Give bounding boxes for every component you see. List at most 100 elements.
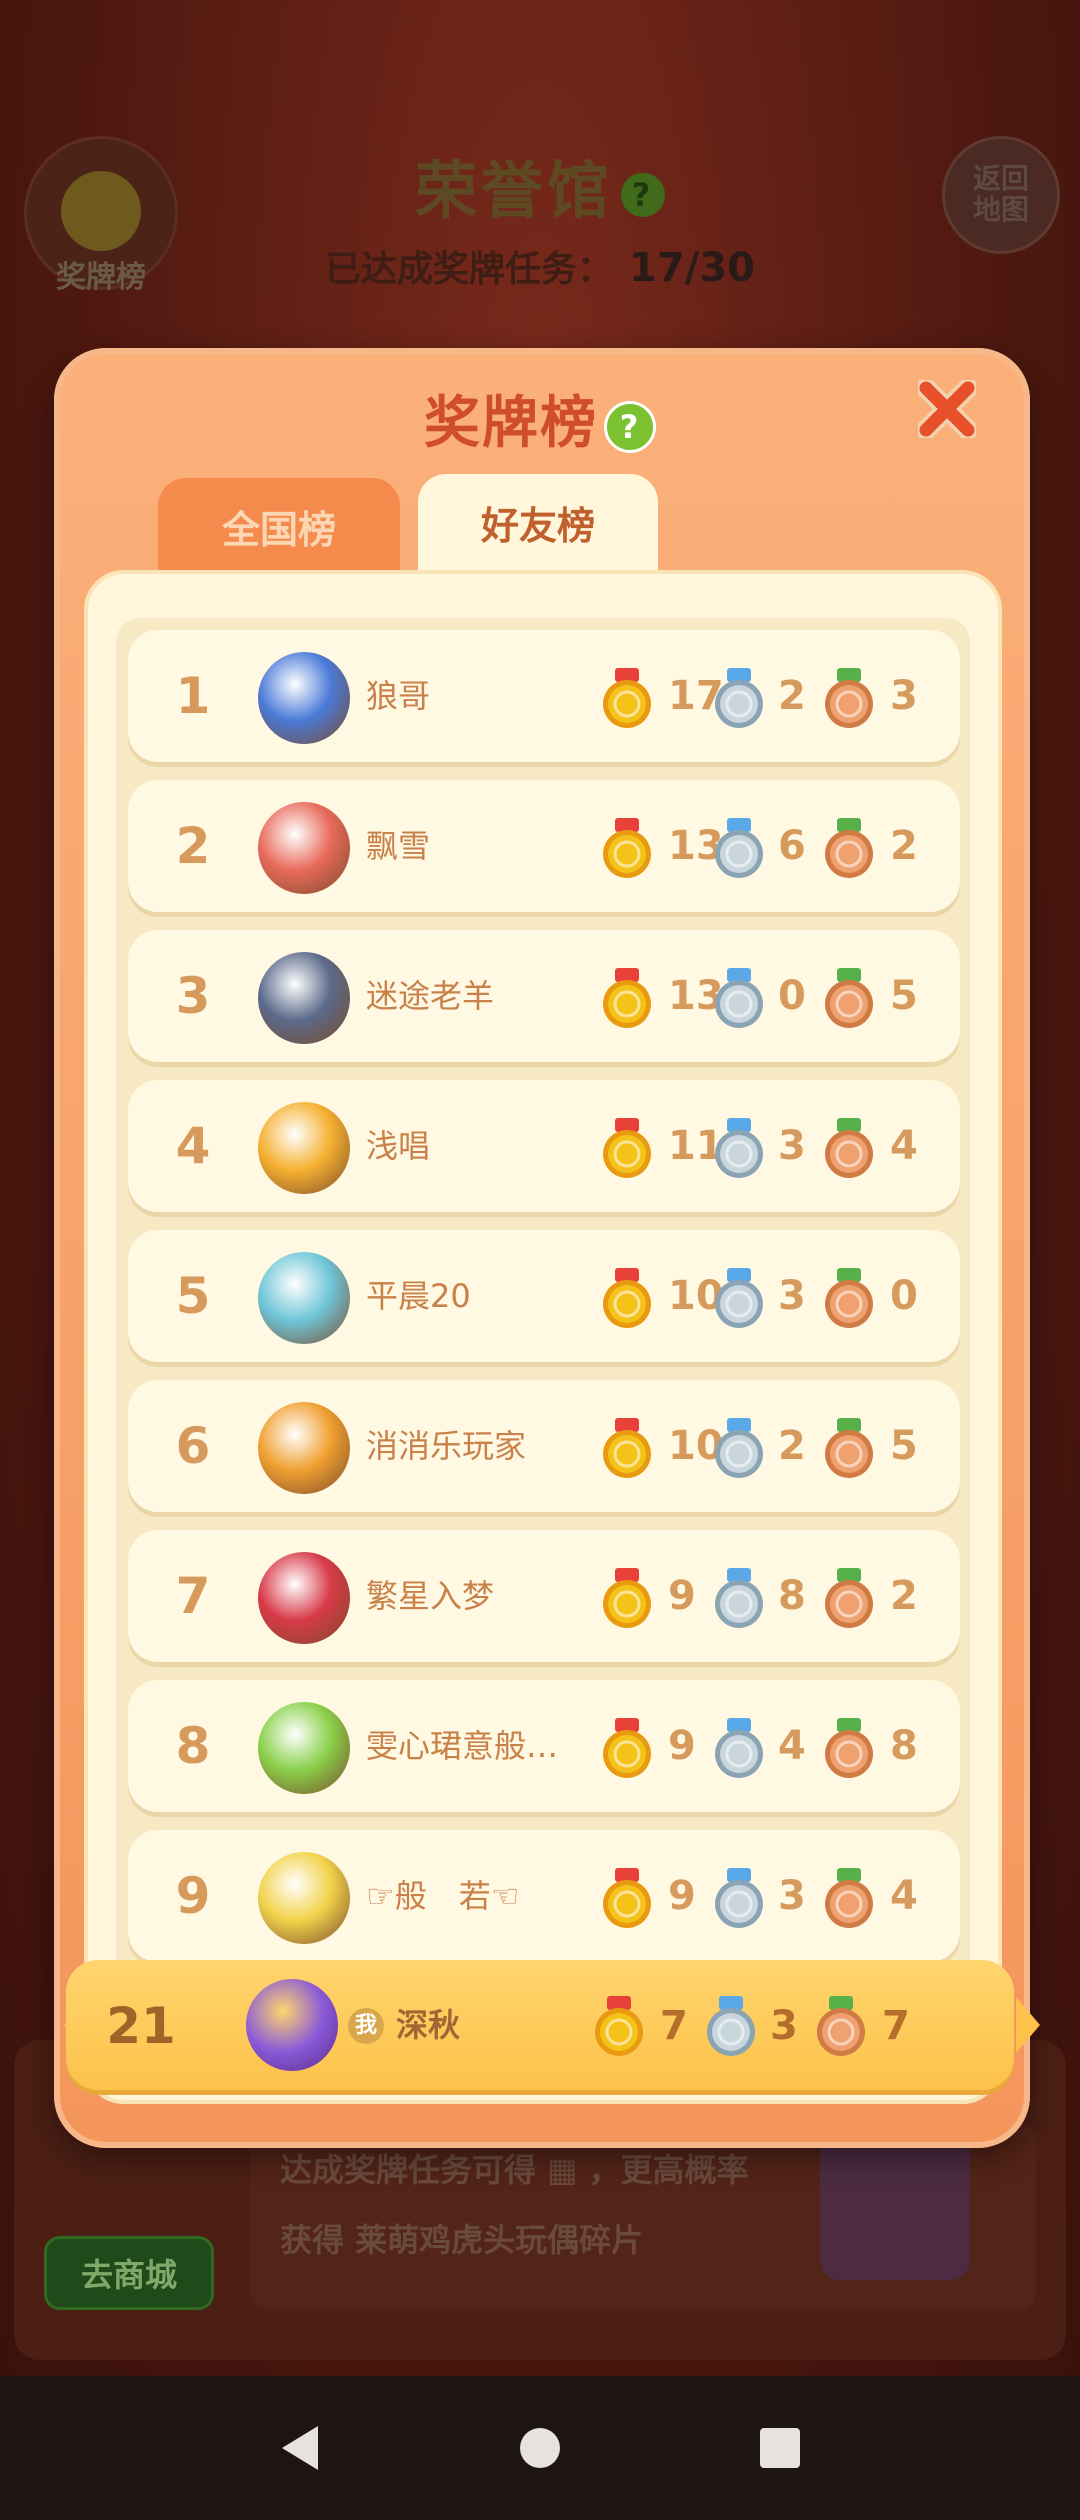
- help-icon[interactable]: ?: [621, 172, 665, 217]
- bronze-medal-icon: [820, 968, 878, 1030]
- rank-number: 8: [175, 1717, 211, 1775]
- silver-medal-count: 2: [778, 673, 806, 719]
- avatar[interactable]: [258, 802, 350, 894]
- gift-box-icon: [820, 2130, 970, 2280]
- player-name: 飘雪: [366, 827, 431, 865]
- bronze-medal-icon: [820, 1118, 878, 1180]
- reward-tip-line2: 获得 莱萌鸡虎头玩偶碎片: [280, 2215, 643, 2261]
- leaderboard-row[interactable]: 2 飘雪 13 6 2: [128, 780, 960, 912]
- leaderboard-row[interactable]: 6 消消乐玩家 10 2 5: [128, 1380, 960, 1512]
- player-name: 狼哥: [366, 677, 431, 715]
- hall-title: 荣誉馆?: [0, 140, 1080, 230]
- avatar[interactable]: [258, 1252, 350, 1344]
- silver-medal-icon: [710, 968, 768, 1030]
- silver-medal-count: 6: [778, 823, 806, 869]
- gold-medal-icon: [590, 1996, 648, 2058]
- player-name: 平晨20: [366, 1277, 471, 1315]
- silver-medal-count: 3: [770, 2003, 798, 2049]
- silver-medal-icon: [710, 1418, 768, 1480]
- bronze-medal-count: 2: [890, 1573, 918, 1619]
- tip-line2-text: 获得: [280, 2221, 345, 2259]
- leaderboard-row[interactable]: 3 迷途老羊 13 0 5: [128, 930, 960, 1062]
- nav-back-icon[interactable]: [270, 2418, 330, 2478]
- silver-medal-icon: [710, 1118, 768, 1180]
- gold-medal-count: 9: [668, 1873, 696, 1919]
- rank-number: 6: [175, 1417, 211, 1475]
- bronze-medal-count: 4: [890, 1873, 918, 1919]
- gold-medal-icon: [598, 1118, 656, 1180]
- bronze-medal-count: 3: [890, 673, 918, 719]
- gold-medal-icon: [598, 1718, 656, 1780]
- silver-medal-count: 4: [778, 1723, 806, 1769]
- help-icon[interactable]: ?: [604, 400, 656, 453]
- tab-national[interactable]: 全国榜: [158, 478, 400, 574]
- gold-medal-count: 9: [668, 1723, 696, 1769]
- tip-line2-item: 莱萌鸡虎头玩偶碎片: [355, 2221, 644, 2259]
- bronze-medal-icon: [820, 818, 878, 880]
- gold-medal-icon: [598, 1868, 656, 1930]
- bronze-medal-count: 2: [890, 823, 918, 869]
- avatar[interactable]: [258, 1402, 350, 1494]
- avatar[interactable]: [258, 1852, 350, 1944]
- silver-medal-count: 2: [778, 1423, 806, 1469]
- player-name: 浅唱: [366, 1127, 431, 1165]
- rank-number: 9: [175, 1867, 211, 1925]
- leaderboard-row[interactable]: 8 雯心珺意般… 9 4 8: [128, 1680, 960, 1812]
- silver-medal-count: 3: [778, 1873, 806, 1919]
- leaderboard-row[interactable]: 7 繁星入梦 9 8 2: [128, 1530, 960, 1662]
- rank-number: 2: [175, 817, 211, 875]
- gold-medal-count: 9: [668, 1573, 696, 1619]
- bronze-medal-icon: [812, 1996, 870, 2058]
- silver-medal-count: 3: [778, 1123, 806, 1169]
- bronze-medal-count: 4: [890, 1123, 918, 1169]
- rank-number: 1: [175, 667, 211, 725]
- leaderboard-row[interactable]: 1 狼哥 17 2 3: [128, 630, 960, 762]
- gold-medal-icon: [598, 1418, 656, 1480]
- bronze-medal-count: 0: [890, 1273, 918, 1319]
- my-rank-row: 21 我深秋 7 3 7: [66, 1960, 1014, 2090]
- nav-recents-icon[interactable]: [750, 2418, 810, 2478]
- player-name: 消消乐玩家: [366, 1427, 527, 1465]
- leaderboard-list[interactable]: 1 狼哥 17 2 3 2 飘雪 13 6 2 3 迷途老羊 13 0 5 4 浅唱 11 3: [116, 618, 970, 2088]
- me-badge: 我: [348, 2008, 384, 2044]
- player-name: ☞般 若☜: [366, 1877, 520, 1915]
- nav-home-icon[interactable]: [510, 2418, 570, 2478]
- bronze-medal-icon: [820, 668, 878, 730]
- bronze-medal-count: 7: [882, 2003, 910, 2049]
- tab-friends[interactable]: 好友榜: [418, 474, 658, 570]
- gold-medal-icon: [598, 968, 656, 1030]
- go-shop-button[interactable]: 去商城: [44, 2236, 214, 2310]
- silver-medal-count: 0: [778, 973, 806, 1019]
- rank-number: 7: [175, 1567, 211, 1625]
- bronze-medal-count: 5: [890, 973, 918, 1019]
- close-icon[interactable]: [918, 380, 976, 438]
- back-to-map-button[interactable]: 返回地图: [942, 136, 1060, 254]
- system-nav-bar: [0, 2376, 1080, 2520]
- my-name: 深秋: [396, 2006, 461, 2044]
- bronze-medal-icon: [820, 1868, 878, 1930]
- silver-medal-count: 8: [778, 1573, 806, 1619]
- avatar[interactable]: [258, 652, 350, 744]
- modal-title-text: 奖牌榜: [424, 391, 598, 456]
- avatar[interactable]: [258, 952, 350, 1044]
- player-name: 雯心珺意般…: [366, 1727, 559, 1765]
- avatar[interactable]: [258, 1102, 350, 1194]
- tip-line1-text: 达成奖牌任务可得: [280, 2151, 537, 2189]
- avatar[interactable]: [258, 1552, 350, 1644]
- bronze-medal-icon: [820, 1418, 878, 1480]
- leaderboard-row[interactable]: 4 浅唱 11 3 4: [128, 1080, 960, 1212]
- leaderboard-row[interactable]: 5 平晨20 10 3 0: [128, 1230, 960, 1362]
- my-avatar[interactable]: [246, 1979, 338, 2071]
- gold-medal-icon: [598, 818, 656, 880]
- rank-number: 3: [175, 967, 211, 1025]
- player-name: 迷途老羊: [366, 977, 495, 1015]
- avatar[interactable]: [258, 1702, 350, 1794]
- gold-medal-count: 7: [660, 2003, 688, 2049]
- bronze-medal-icon: [820, 1568, 878, 1630]
- back-to-map-label: 返回地图: [972, 162, 1029, 226]
- tip-line1-suffix: ，更高概率: [588, 2151, 749, 2189]
- silver-medal-icon: [710, 818, 768, 880]
- me-row-arrow-right: [1016, 1997, 1040, 2053]
- leaderboard-row[interactable]: 9 ☞般 若☜ 9 3 4: [128, 1830, 960, 1962]
- gold-medal-icon: [598, 668, 656, 730]
